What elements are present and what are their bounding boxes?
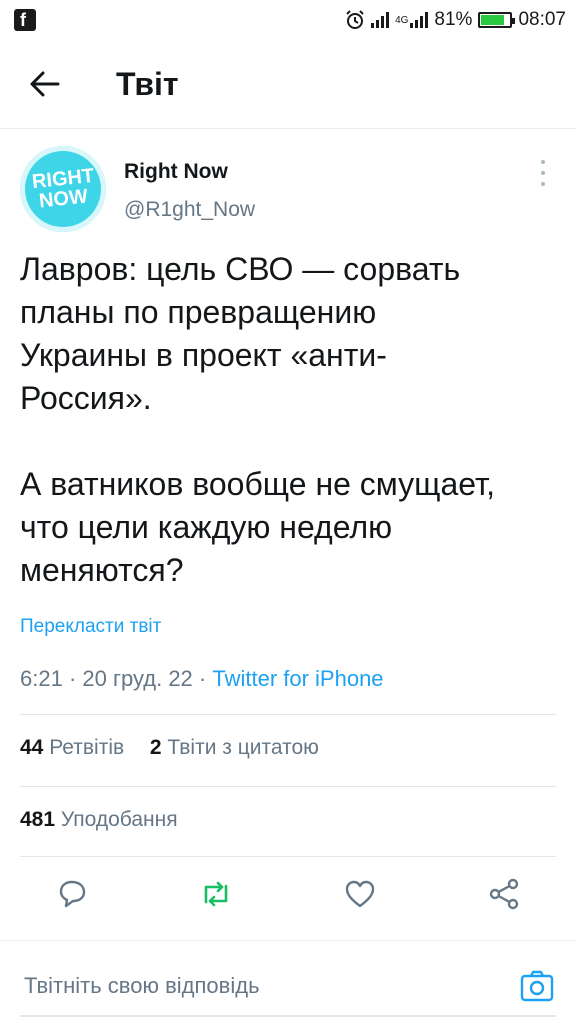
reply-input[interactable]: Твітніть свою відповідь: [24, 973, 260, 999]
clock: 08:07: [518, 9, 566, 30]
top-bar: Твіт: [0, 40, 576, 129]
retweet-stats: 44 Ретвітів 2 Твіти з цитатою: [20, 736, 319, 760]
tweet-source[interactable]: Twitter for iPhone: [212, 666, 383, 691]
tweet-meta: 6:21 · 20 груд. 22 · Twitter for iPhone: [20, 666, 384, 692]
signal-icon-2: [410, 12, 429, 28]
status-bar: f 4G 81% 08:07: [0, 0, 576, 40]
tweet-text: Лавров: цель СВО — сорвать планы по прев…: [20, 251, 496, 588]
signal-icon: [371, 12, 390, 28]
quotes-count[interactable]: 2: [150, 736, 162, 759]
action-bar: [0, 860, 576, 930]
avatar[interactable]: RIGHT NOW: [20, 146, 106, 232]
author-handle[interactable]: @R1ght_Now: [124, 198, 255, 222]
tweet-time: 6:21: [20, 666, 63, 691]
divider: [20, 856, 556, 857]
heart-icon[interactable]: [342, 876, 378, 912]
meta-separator: ·: [62, 666, 83, 691]
meta-separator-2: ·: [192, 666, 213, 691]
like-stats: 481 Уподобання: [20, 808, 178, 832]
retweet-icon[interactable]: [198, 876, 234, 912]
battery-percent: 81%: [434, 9, 473, 30]
translate-link[interactable]: Перекласти твіт: [20, 616, 161, 638]
retweets-count[interactable]: 44: [20, 736, 43, 759]
battery-icon: [478, 12, 516, 28]
retweets-label[interactable]: Ретвітів: [49, 736, 124, 759]
reply-underline: [20, 1015, 556, 1017]
divider: [20, 714, 556, 715]
quotes-label[interactable]: Твіти з цитатою: [167, 736, 319, 759]
facebook-notification-icon: f: [14, 9, 36, 31]
avatar-text-now: NOW: [37, 185, 89, 213]
page-title: Твіт: [116, 66, 179, 102]
likes-count[interactable]: 481: [20, 808, 55, 831]
tweet-date: 20 груд. 22: [82, 666, 193, 691]
divider: [20, 786, 556, 787]
camera-icon[interactable]: [518, 967, 556, 1005]
reply-bar: Твітніть свою відповідь: [0, 940, 576, 1025]
speech-bubble-icon[interactable]: [54, 876, 90, 912]
likes-label[interactable]: Уподобання: [61, 808, 178, 831]
alarm-icon: [346, 10, 364, 29]
back-arrow-icon[interactable]: [24, 66, 64, 102]
network-type: 4G: [395, 14, 409, 26]
status-bar-right: 4G 81% 08:07: [345, 8, 566, 32]
more-options-icon[interactable]: [536, 160, 550, 186]
author-name[interactable]: Right Now: [124, 160, 228, 184]
share-icon[interactable]: [486, 876, 522, 912]
